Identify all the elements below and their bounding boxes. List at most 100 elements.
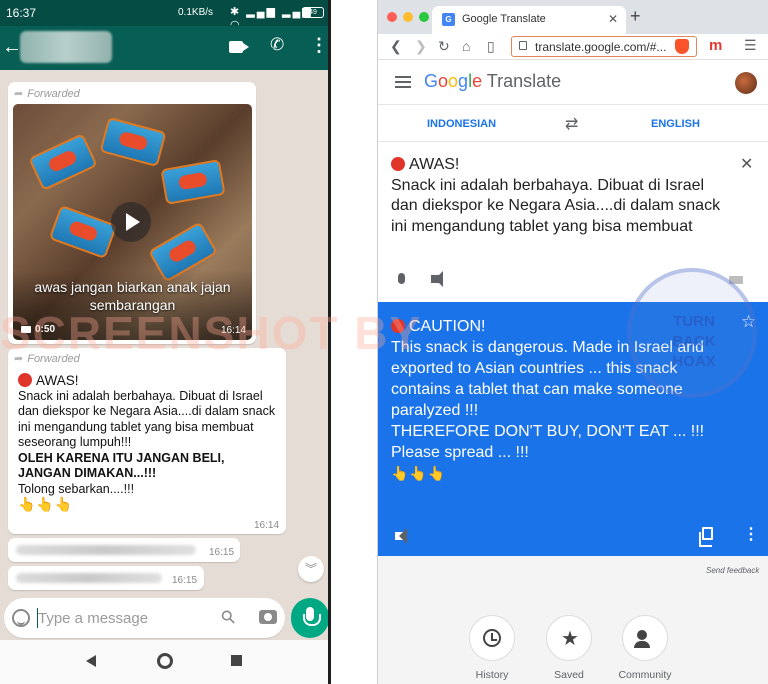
- history-button[interactable]: [469, 615, 515, 661]
- snack-pack-image: [28, 133, 98, 191]
- forward-arrow-icon: ➦: [14, 353, 24, 365]
- browser-menu-icon[interactable]: ☰: [744, 37, 757, 54]
- source-body: Snack ini adalah berbahaya. Dibuat di Is…: [391, 176, 721, 235]
- whatsapp-phone: 16:37 0.1KB/s ✱ ▂▄▆ ▂▄▆ ◠ 49 ← ✆ ⋮ ➦ Forw…: [0, 0, 331, 684]
- message-title: AWAS!: [18, 373, 280, 389]
- hamburger-menu-icon[interactable]: [395, 76, 411, 88]
- swap-languages-icon[interactable]: ⇄: [565, 114, 578, 134]
- translation-panel: CAUTION! This snack is dangerous. Made i…: [378, 302, 768, 556]
- target-language-button[interactable]: ENGLISH: [651, 118, 700, 130]
- camera-icon[interactable]: [259, 610, 277, 624]
- history-label: History: [475, 669, 509, 681]
- message-title-text: AWAS!: [36, 373, 79, 388]
- tab-google-translate[interactable]: G Google Translate ✕: [432, 6, 626, 34]
- translation-body: This snack is dangerous. Made in Israel …: [391, 339, 705, 419]
- message-bold-text: OLEH KARENA ITU JANGAN BELI, JANGAN DIMA…: [18, 450, 225, 481]
- logo-letter: G: [424, 71, 439, 91]
- saved-button[interactable]: ★: [546, 615, 592, 661]
- forward-icon[interactable]: ❯: [415, 38, 427, 55]
- video-duration: 0:50: [21, 324, 55, 335]
- mic-icon[interactable]: [291, 598, 328, 638]
- blurred-message-time: 16:15: [172, 575, 198, 586]
- new-tab-button[interactable]: +: [630, 6, 641, 27]
- message-input[interactable]: Type a message: [38, 610, 148, 627]
- message-input-bar: Type a message ⚲: [4, 598, 285, 638]
- send-feedback-link[interactable]: Send feedback: [706, 566, 759, 575]
- back-icon[interactable]: ❮: [390, 38, 402, 55]
- language-bar: INDONESIAN ⇄ ENGLISH: [378, 104, 768, 142]
- blurred-message-bubble[interactable]: 16:15: [8, 566, 204, 590]
- nav-home-icon[interactable]: [157, 653, 173, 669]
- arrow-left-icon[interactable]: ←: [2, 36, 22, 59]
- microphone-icon[interactable]: [398, 273, 405, 284]
- chat-header: ← ✆ ⋮: [0, 26, 328, 70]
- bookmark-icon[interactable]: ▯: [487, 38, 495, 55]
- nav-back-icon[interactable]: [86, 655, 96, 667]
- profile-avatar[interactable]: [735, 72, 757, 94]
- message-closing: Tolong sebarkan....!!!: [18, 481, 135, 496]
- keyboard-icon[interactable]: [729, 276, 743, 284]
- play-icon[interactable]: [111, 202, 151, 242]
- address-bar[interactable]: translate.google.com/#...: [511, 36, 697, 57]
- status-time: 16:37: [6, 6, 37, 20]
- scroll-down-icon[interactable]: ︾: [298, 556, 324, 582]
- home-icon[interactable]: ⌂: [462, 38, 470, 54]
- nav-recents-icon[interactable]: [231, 655, 242, 666]
- translate-favicon-icon: G: [442, 13, 455, 26]
- alarm-icon: [18, 373, 32, 387]
- minimize-window-icon[interactable]: [403, 12, 413, 22]
- battery-icon: 49: [302, 7, 324, 18]
- android-nav-bar: [0, 640, 328, 684]
- blurred-contact-name[interactable]: [20, 31, 112, 63]
- alarm-icon: [391, 157, 405, 171]
- message-body: Snack ini adalah berbahaya. Dibuat di Is…: [18, 388, 276, 450]
- forwarded-text: Forwarded: [27, 88, 80, 100]
- emoji-icon[interactable]: [12, 609, 30, 627]
- lock-icon: [519, 41, 527, 50]
- star-icon: ★: [561, 628, 579, 650]
- google-translate-logo[interactable]: Google Translate: [424, 71, 561, 92]
- clear-text-icon[interactable]: ✕: [740, 154, 753, 174]
- source-text-panel: AWAS! Snack ini adalah berbahaya. Dibuat…: [378, 142, 768, 302]
- speaker-icon[interactable]: [395, 528, 407, 544]
- source-language-button[interactable]: INDONESIAN: [427, 118, 496, 130]
- translation-title: CAUTION!: [409, 318, 486, 335]
- speaker-icon[interactable]: [431, 271, 443, 287]
- paperclip-icon[interactable]: ⚲: [217, 605, 241, 629]
- copy-icon[interactable]: [699, 527, 713, 547]
- video-thumbnail[interactable]: awas jangan biarkan anak jajan sembarang…: [13, 104, 252, 340]
- reload-icon[interactable]: ↻: [438, 38, 450, 55]
- video-camera-icon: [21, 325, 31, 333]
- forwarded-label: ➦ Forwarded: [14, 87, 80, 100]
- brave-shield-icon[interactable]: [675, 39, 689, 54]
- browser-window: G Google Translate ✕ + ❮ ❯ ↻ ⌂ ▯ transla…: [377, 0, 768, 684]
- community-button[interactable]: [622, 615, 668, 661]
- phone-icon[interactable]: ✆: [270, 35, 284, 55]
- status-bar: 16:37 0.1KB/s ✱ ▂▄▆ ▂▄▆ ◠ 49: [0, 0, 328, 31]
- screenshot-root: 16:37 0.1KB/s ✱ ▂▄▆ ▂▄▆ ◠ 49 ← ✆ ⋮ ➦ Forw…: [0, 0, 768, 684]
- logo-letter: o: [438, 71, 449, 91]
- close-window-icon[interactable]: [387, 12, 397, 22]
- url-text: translate.google.com/#...: [535, 40, 667, 54]
- blurred-message-time: 16:15: [209, 547, 235, 558]
- source-text-input[interactable]: AWAS! Snack ini adalah berbahaya. Dibuat…: [391, 155, 731, 241]
- forward-arrow-icon: ➦: [14, 88, 24, 100]
- tab-close-icon[interactable]: ✕: [608, 12, 618, 26]
- more-vert-icon[interactable]: ⋮: [310, 35, 328, 56]
- snack-pack-image: [99, 116, 167, 168]
- video-message-time: 16:14: [220, 325, 246, 336]
- translation-caps: THEREFORE DON'T BUY, DON'T EAT ... !!!: [391, 423, 705, 440]
- blurred-text: [16, 573, 162, 583]
- star-outline-icon[interactable]: ☆: [741, 312, 756, 332]
- blurred-message-bubble[interactable]: 16:15: [8, 538, 240, 562]
- extension-m-icon[interactable]: m: [709, 37, 722, 54]
- browser-toolbar: ❮ ❯ ↻ ⌂ ▯ translate.google.com/#... m ☰: [378, 34, 768, 60]
- zoom-window-icon[interactable]: [419, 12, 429, 22]
- logo-letter: o: [448, 71, 459, 91]
- more-vert-icon[interactable]: ⋮: [743, 524, 759, 544]
- source-title: AWAS!: [409, 156, 460, 173]
- logo-suffix: Translate: [486, 71, 562, 91]
- tab-bar: G Google Translate ✕ +: [378, 0, 768, 34]
- videocam-icon[interactable]: [229, 41, 249, 53]
- status-speed: 0.1KB/s: [178, 7, 214, 18]
